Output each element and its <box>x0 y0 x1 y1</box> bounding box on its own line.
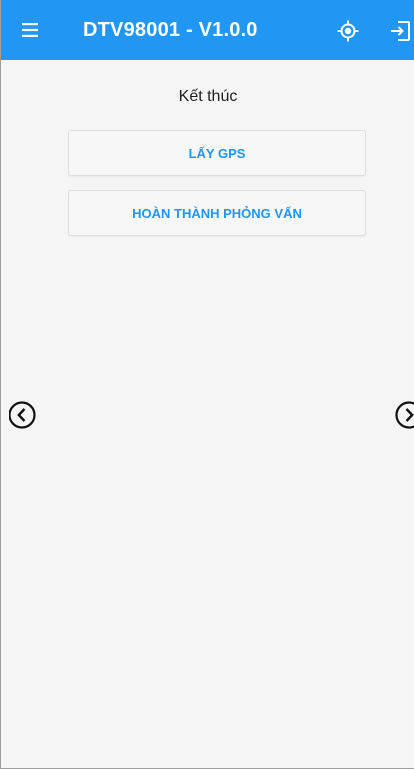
app-bar: DTV98001 - V1.0.0 <box>1 0 414 60</box>
get-gps-button[interactable]: LẤY GPS <box>68 130 366 176</box>
previous-page-button[interactable] <box>8 398 41 432</box>
gps-target-icon <box>337 20 359 42</box>
gps-button[interactable] <box>337 20 359 42</box>
logout-button[interactable] <box>389 20 411 42</box>
app-screen: DTV98001 - V1.0.0 Kết thúc LẤY GPS HOÀN … <box>0 0 414 769</box>
chevron-left-circle-icon <box>8 401 36 429</box>
app-title: DTV98001 - V1.0.0 <box>83 19 258 41</box>
menu-button[interactable] <box>21 20 41 40</box>
content-area: Kết thúc LẤY GPS HOÀN THÀNH PHỎNG VẤN <box>1 60 414 769</box>
next-page-button[interactable] <box>391 398 414 432</box>
logout-icon <box>391 21 410 41</box>
section-heading: Kết thúc <box>178 88 238 105</box>
menu-icon <box>22 23 38 37</box>
chevron-right-circle-icon <box>395 401 414 429</box>
finish-interview-button[interactable]: HOÀN THÀNH PHỎNG VẤN <box>68 190 366 236</box>
